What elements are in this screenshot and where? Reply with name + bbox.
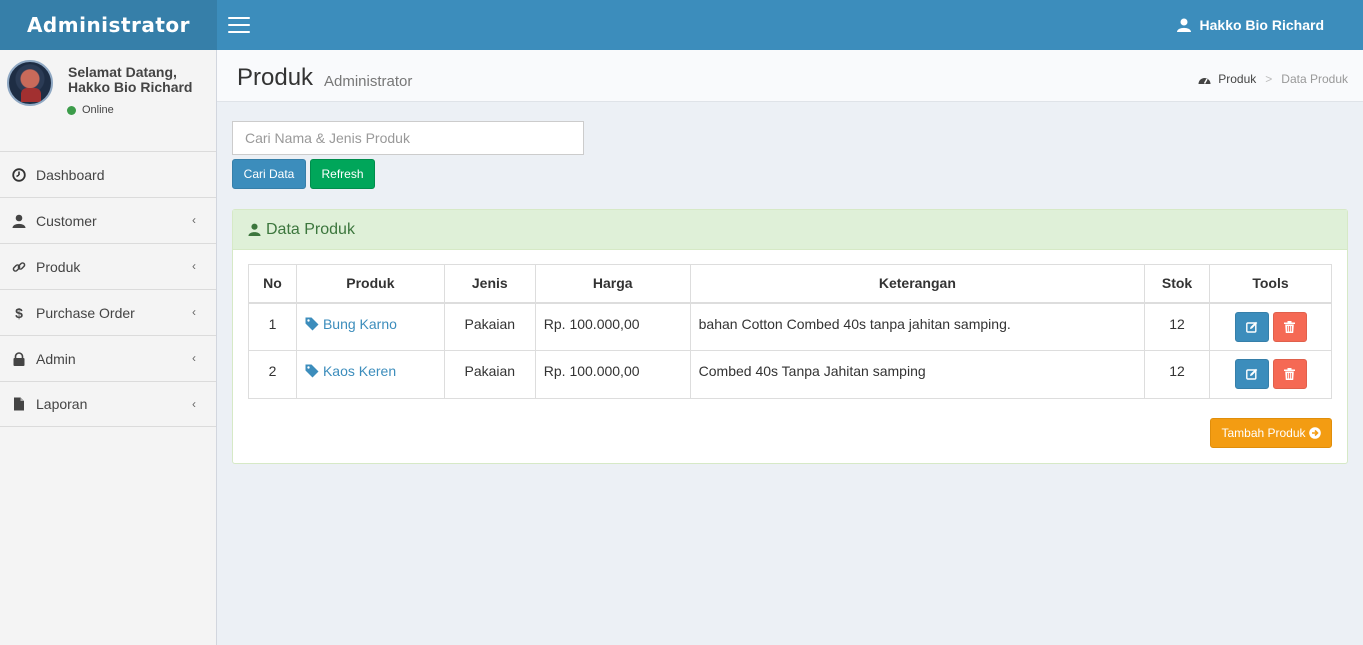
sidebar-item-label: Admin [36, 350, 76, 367]
column-header: Harga [534, 264, 691, 304]
welcome-text: Selamat Datang, Hakko Bio Richard [68, 65, 192, 95]
cell-stok: 12 [1144, 350, 1211, 399]
sidebar-item-label: Purchase Order [36, 304, 135, 321]
trash-icon [1284, 320, 1295, 333]
user-icon [1176, 18, 1191, 32]
chevron-left-icon: ‹ [192, 305, 196, 319]
user-icon [12, 214, 26, 228]
sidebar-item-label: Customer [36, 212, 97, 229]
cell-tools [1209, 350, 1332, 399]
status-dot-icon [67, 105, 76, 115]
column-header: Keterangan [689, 264, 1146, 304]
breadcrumb-item: Produk [1218, 72, 1257, 86]
add-product-label: Tambah Produk [1221, 426, 1306, 440]
cell-produk: Bung Karno [295, 302, 445, 351]
sidebar-item-label: Produk [36, 258, 81, 275]
cell-jenis: Pakaian [443, 302, 536, 351]
breadcrumb-current: Data Produk [1281, 72, 1348, 86]
cell-no: 2 [248, 350, 297, 399]
content-header: Produk Administrator Produk > Data Produ… [217, 50, 1363, 102]
edit-button[interactable] [1234, 359, 1269, 389]
app-logo[interactable]: Administrator [0, 0, 217, 50]
sidebar-item-produk[interactable]: Produk ‹ [0, 243, 216, 289]
add-product-button[interactable]: Tambah Produk [1210, 418, 1332, 448]
breadcrumb-home[interactable]: Produk [1198, 72, 1256, 86]
sidebar: Selamat Datang, Hakko Bio Richard Online… [0, 50, 217, 645]
chevron-left-icon: ‹ [192, 259, 196, 273]
column-header: Jenis [443, 264, 536, 304]
cell-harga: Rp. 100.000,00 [534, 302, 691, 351]
page-title: Produk [237, 64, 314, 91]
cell-produk: Kaos Keren [295, 350, 445, 399]
product-table: No Produk Jenis Harga Keterangan Stok To… [248, 264, 1332, 399]
dashboard-icon [12, 167, 26, 182]
tag-icon [305, 364, 319, 378]
breadcrumb-separator: > [1265, 72, 1273, 86]
trash-icon [1284, 368, 1295, 380]
link-icon [12, 260, 26, 274]
product-link[interactable]: Kaos Keren [305, 363, 396, 379]
search-input[interactable] [232, 121, 584, 155]
file-icon [12, 397, 26, 411]
product-name: Bung Karno [322, 315, 397, 332]
sidebar-toggle-icon[interactable] [228, 17, 250, 33]
chevron-left-icon: ‹ [192, 351, 196, 365]
column-header: Stok [1144, 264, 1211, 304]
cell-stok: 12 [1144, 302, 1211, 351]
lock-icon [12, 351, 26, 366]
avatar [7, 60, 53, 106]
edit-button[interactable] [1234, 311, 1269, 342]
refresh-button[interactable]: Refresh [310, 159, 375, 189]
edit-icon [1245, 321, 1257, 333]
cell-keterangan: Combed 40s Tanpa Jahitan samping [689, 350, 1146, 399]
table-header-row: No Produk Jenis Harga Keterangan Stok To… [248, 264, 1332, 304]
table-row: 1 Bung Karno Pakaian Rp. 100.000,00 baha… [248, 302, 1332, 351]
box-header: Data Produk [233, 210, 1347, 250]
chevron-left-icon: ‹ [192, 397, 196, 411]
user-icon [248, 223, 261, 236]
tag-icon [305, 317, 319, 330]
cell-jenis: Pakaian [443, 350, 536, 399]
user-panel: Selamat Datang, Hakko Bio Richard Online [0, 50, 216, 151]
table-row: 2 Kaos Keren Pakaian Rp. 100.000,00 Comb… [248, 350, 1332, 399]
product-name: Kaos Keren [322, 363, 397, 379]
column-header: Produk [295, 264, 445, 304]
user-menu-name: Hakko Bio Richard [1199, 17, 1324, 33]
cell-keterangan: bahan Cotton Combed 40s tanpa jahitan sa… [689, 302, 1146, 351]
edit-icon [1245, 368, 1257, 380]
sidebar-item-label: Dashboard [36, 166, 105, 183]
product-box: Data Produk No Produk Jenis Harga Ketera… [232, 209, 1348, 464]
breadcrumb: Produk > Data Produk [1198, 72, 1348, 86]
column-header: No [248, 264, 297, 304]
cell-no: 1 [248, 302, 297, 351]
sidebar-item-purchase-order[interactable]: $ Purchase Order ‹ [0, 289, 216, 335]
online-status: Online [67, 104, 114, 116]
arrow-circle-right-icon [1308, 427, 1321, 439]
box-title: Data Produk [266, 220, 355, 238]
product-link[interactable]: Bung Karno [305, 316, 397, 332]
user-menu[interactable]: Hakko Bio Richard [1176, 0, 1324, 50]
delete-button[interactable] [1272, 311, 1307, 342]
sidebar-item-customer[interactable]: Customer ‹ [0, 197, 216, 243]
welcome-line-1: Selamat Datang, [68, 64, 177, 80]
column-header: Tools [1209, 264, 1332, 304]
cell-tools [1209, 302, 1332, 351]
cell-harga: Rp. 100.000,00 [534, 350, 691, 399]
search-button[interactable]: Cari Data [232, 159, 306, 189]
dollar-icon: $ [15, 304, 23, 321]
dashboard-icon [1198, 77, 1211, 84]
sidebar-menu: Dashboard Customer ‹ Produk ‹ $ Purchase… [0, 151, 216, 427]
sidebar-item-admin[interactable]: Admin ‹ [0, 335, 216, 381]
status-label: Online [82, 104, 114, 116]
page-subtitle: Administrator [324, 73, 413, 90]
sidebar-item-label: Laporan [36, 396, 88, 412]
sidebar-item-dashboard[interactable]: Dashboard [0, 151, 216, 197]
chevron-left-icon: ‹ [192, 213, 196, 227]
sidebar-item-laporan[interactable]: Laporan ‹ [0, 381, 216, 427]
delete-button[interactable] [1272, 359, 1307, 389]
welcome-line-2: Hakko Bio Richard [68, 79, 193, 95]
top-navbar: Administrator Hakko Bio Richard [0, 0, 1363, 50]
